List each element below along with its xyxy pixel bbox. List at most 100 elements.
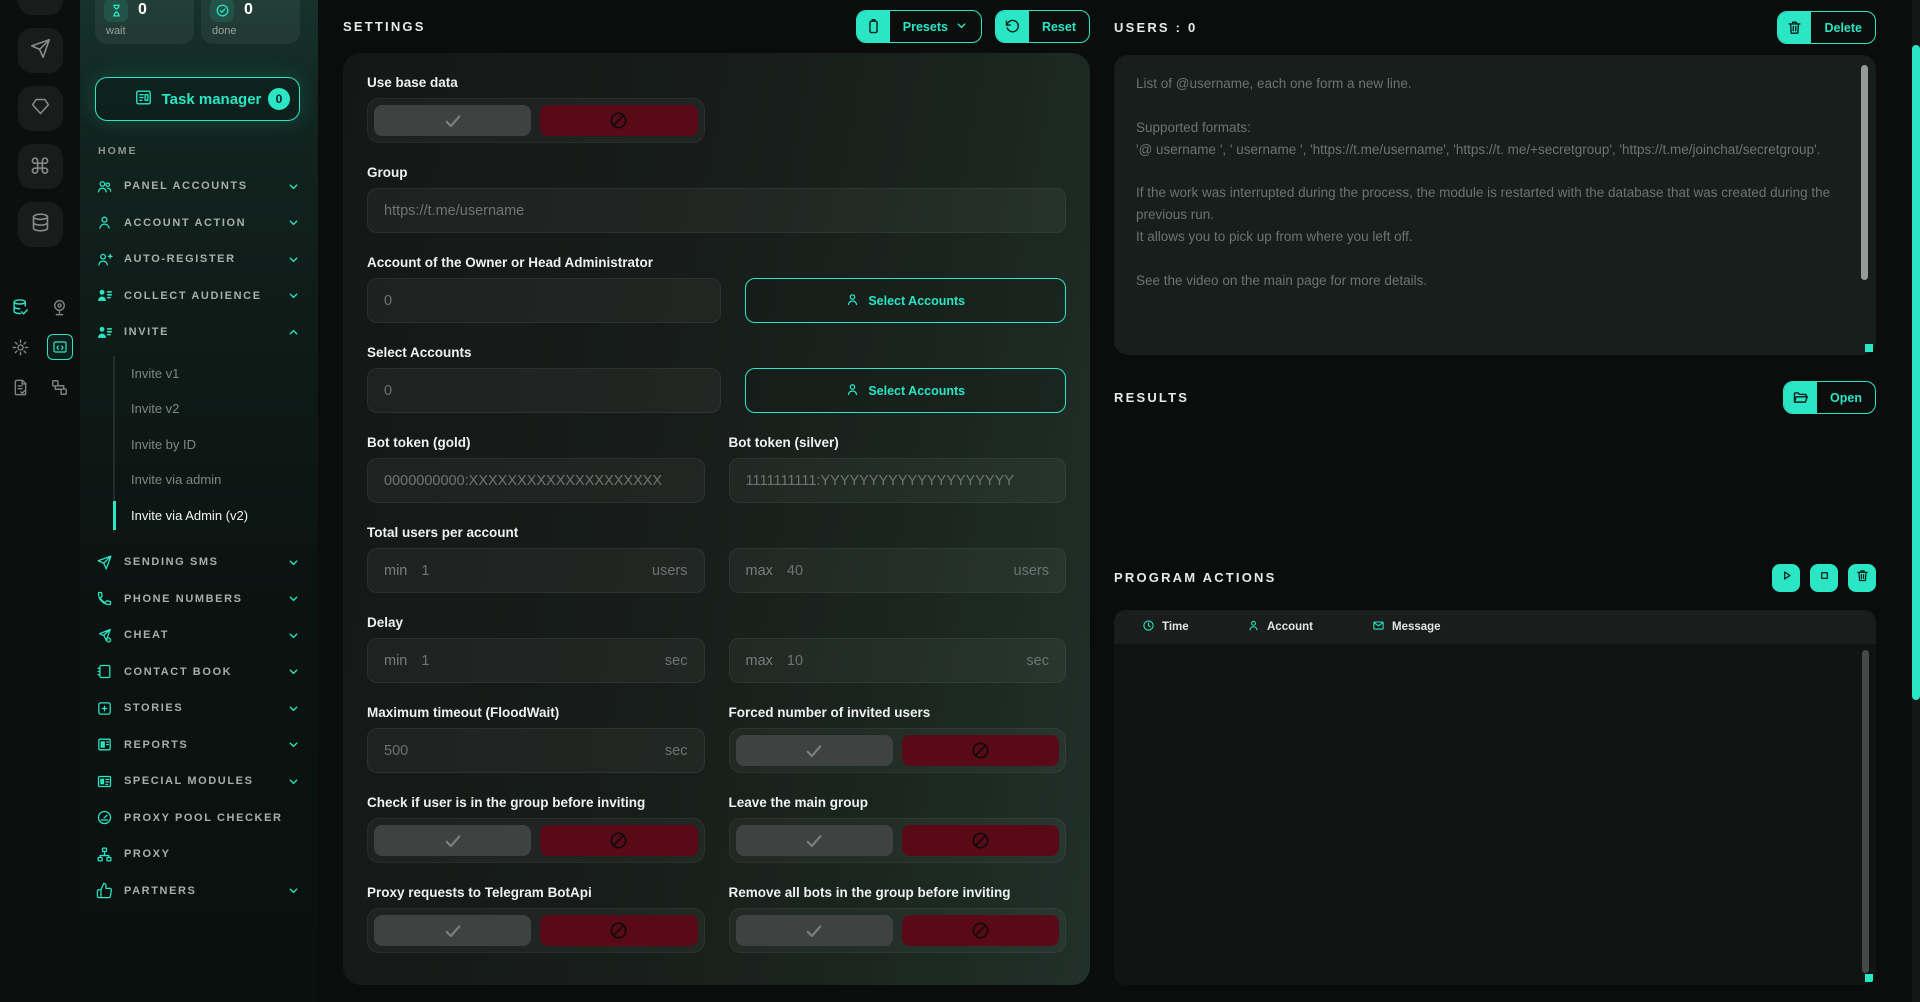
forced-invited-toggle[interactable]: [729, 728, 1067, 773]
toggle-no-ban-icon[interactable]: [902, 735, 1059, 766]
gauge-icon: [95, 809, 113, 827]
workflow-icon[interactable]: [47, 374, 73, 400]
sidebar-item-invite-by-id[interactable]: Invite by ID: [115, 427, 300, 463]
window-scrollbar-thumb[interactable]: [1912, 45, 1920, 700]
sidebar-item-invite-v2[interactable]: Invite v2: [115, 391, 300, 427]
toggle-yes-check-icon[interactable]: [736, 735, 893, 766]
owner-input[interactable]: [367, 278, 721, 323]
select-accounts-input-field[interactable]: [384, 383, 704, 399]
open-button[interactable]: Open: [1783, 381, 1876, 414]
window-scrollbar-track[interactable]: [1912, 0, 1920, 1002]
delay-min-field[interactable]: [421, 653, 655, 669]
total-users-min-input[interactable]: min users: [367, 548, 705, 593]
select-accounts-button[interactable]: Select Accounts: [745, 368, 1067, 413]
textarea-scrollbar-thumb[interactable]: [1861, 65, 1868, 280]
network-icon: [95, 845, 113, 863]
reset-button[interactable]: Reset: [995, 10, 1090, 43]
delay-min-input[interactable]: min sec: [367, 638, 705, 683]
program-actions-title: PROGRAM ACTIONS: [1114, 570, 1277, 585]
sidebar-item-sending-sms[interactable]: SENDING SMS: [95, 544, 300, 581]
textarea-resize-grip[interactable]: [1865, 344, 1873, 352]
check-user-toggle[interactable]: [367, 818, 705, 863]
group-label: Group: [367, 165, 1066, 180]
bot-token-silver-field[interactable]: [746, 473, 1050, 489]
owner-select-accounts-button[interactable]: Select Accounts: [745, 278, 1067, 323]
total-users-min-field[interactable]: [421, 563, 642, 579]
delay-max-field[interactable]: [787, 653, 1017, 669]
database-check-icon[interactable]: [8, 294, 34, 320]
column-message: Message: [1372, 619, 1441, 635]
sidebar-item-invite-v1[interactable]: Invite v1: [115, 356, 300, 392]
sidebar: 0 wait 0 done Task manager 0 HOME PANEL …: [80, 0, 318, 1002]
command-icon-button[interactable]: ⌘: [18, 144, 63, 189]
delay-max-input[interactable]: max sec: [729, 638, 1067, 683]
delete-button[interactable]: Delete: [1777, 11, 1876, 44]
sidebar-item-home[interactable]: HOME: [98, 145, 300, 157]
check-user-label: Check if user is in the group before inv…: [367, 795, 705, 810]
total-users-max-input[interactable]: max users: [729, 548, 1067, 593]
toggle-no-ban-icon[interactable]: [540, 825, 697, 856]
toggle-yes-check-icon[interactable]: [374, 915, 531, 946]
rail-cropped-button[interactable]: [18, 0, 63, 15]
sidebar-item-special-modules[interactable]: SPECIAL MODULES: [95, 763, 300, 800]
proxy-botapi-toggle[interactable]: [367, 908, 705, 953]
sidebar-item-proxy[interactable]: PROXY: [95, 836, 300, 873]
use-base-data-toggle[interactable]: [367, 98, 705, 143]
table-scrollbar-thumb[interactable]: [1862, 650, 1869, 973]
leave-group-toggle[interactable]: [729, 818, 1067, 863]
table-resize-grip[interactable]: [1865, 974, 1873, 982]
gem-icon-button[interactable]: [18, 86, 63, 131]
bot-token-silver-input[interactable]: [729, 458, 1067, 503]
toggle-no-ban-icon[interactable]: [902, 915, 1059, 946]
sidebar-item-collect-audience[interactable]: COLLECT AUDIENCE: [95, 278, 300, 315]
presets-button[interactable]: Presets: [856, 10, 982, 43]
play-icon: [1779, 568, 1794, 588]
sidebar-item-invite-via-admin-v2[interactable]: Invite via Admin (v2): [115, 498, 300, 534]
sidebar-item-invite[interactable]: INVITE: [95, 314, 300, 351]
toggle-no-ban-icon[interactable]: [540, 915, 697, 946]
sidebar-item-cheat[interactable]: CHEAT: [95, 617, 300, 654]
timeout-field[interactable]: [384, 743, 655, 759]
bot-token-gold-input[interactable]: [367, 458, 705, 503]
toggle-no-ban-icon[interactable]: [540, 105, 697, 136]
send-icon-button[interactable]: [18, 28, 63, 73]
toggle-yes-check-icon[interactable]: [736, 915, 893, 946]
group-input-field[interactable]: [384, 203, 1049, 219]
sidebar-item-panel-accounts[interactable]: PANEL ACCOUNTS: [95, 168, 300, 205]
play-button[interactable]: [1772, 564, 1800, 592]
sidebar-item-reports[interactable]: REPORTS: [95, 727, 300, 764]
sidebar-item-partners[interactable]: PARTNERS: [95, 873, 300, 910]
document-check-icon[interactable]: [8, 374, 34, 400]
group-input[interactable]: [367, 188, 1066, 233]
toggle-yes-check-icon[interactable]: [374, 825, 531, 856]
sidebar-item-invite-via-admin[interactable]: Invite via admin: [115, 462, 300, 498]
sidebar-item-proxy-pool-checker[interactable]: PROXY POOL CHECKER: [95, 800, 300, 837]
sidebar-item-contact-book[interactable]: CONTACT BOOK: [95, 654, 300, 691]
code-window-icon[interactable]: [47, 334, 73, 360]
stop-button[interactable]: [1810, 564, 1838, 592]
select-accounts-input[interactable]: [367, 368, 721, 413]
chevron-down-icon: [287, 665, 300, 678]
task-manager-label: Task manager: [162, 91, 262, 108]
task-manager-button[interactable]: Task manager 0: [95, 77, 300, 121]
database-icon-button[interactable]: [18, 202, 63, 247]
chevron-down-icon: [287, 592, 300, 605]
sidebar-item-phone-numbers[interactable]: PHONE NUMBERS: [95, 581, 300, 618]
gear-icon[interactable]: [8, 334, 34, 360]
remove-bots-toggle[interactable]: [729, 908, 1067, 953]
timeout-input[interactable]: sec: [367, 728, 705, 773]
clear-log-button[interactable]: [1848, 564, 1876, 592]
chevron-down-icon: [287, 738, 300, 751]
toggle-no-ban-icon[interactable]: [902, 825, 1059, 856]
toggle-yes-check-icon[interactable]: [374, 105, 531, 136]
owner-input-field[interactable]: [384, 293, 704, 309]
sidebar-item-account-action[interactable]: ACCOUNT ACTION: [95, 205, 300, 242]
webcam-icon[interactable]: [47, 294, 73, 320]
users-textarea[interactable]: [1114, 55, 1876, 355]
sidebar-item-auto-register[interactable]: AUTO-REGISTER: [95, 241, 300, 278]
toggle-yes-check-icon[interactable]: [736, 825, 893, 856]
chevron-down-icon: [287, 556, 300, 569]
sidebar-item-stories[interactable]: STORIES: [95, 690, 300, 727]
total-users-max-field[interactable]: [787, 563, 1004, 579]
bot-token-gold-field[interactable]: [384, 473, 688, 489]
